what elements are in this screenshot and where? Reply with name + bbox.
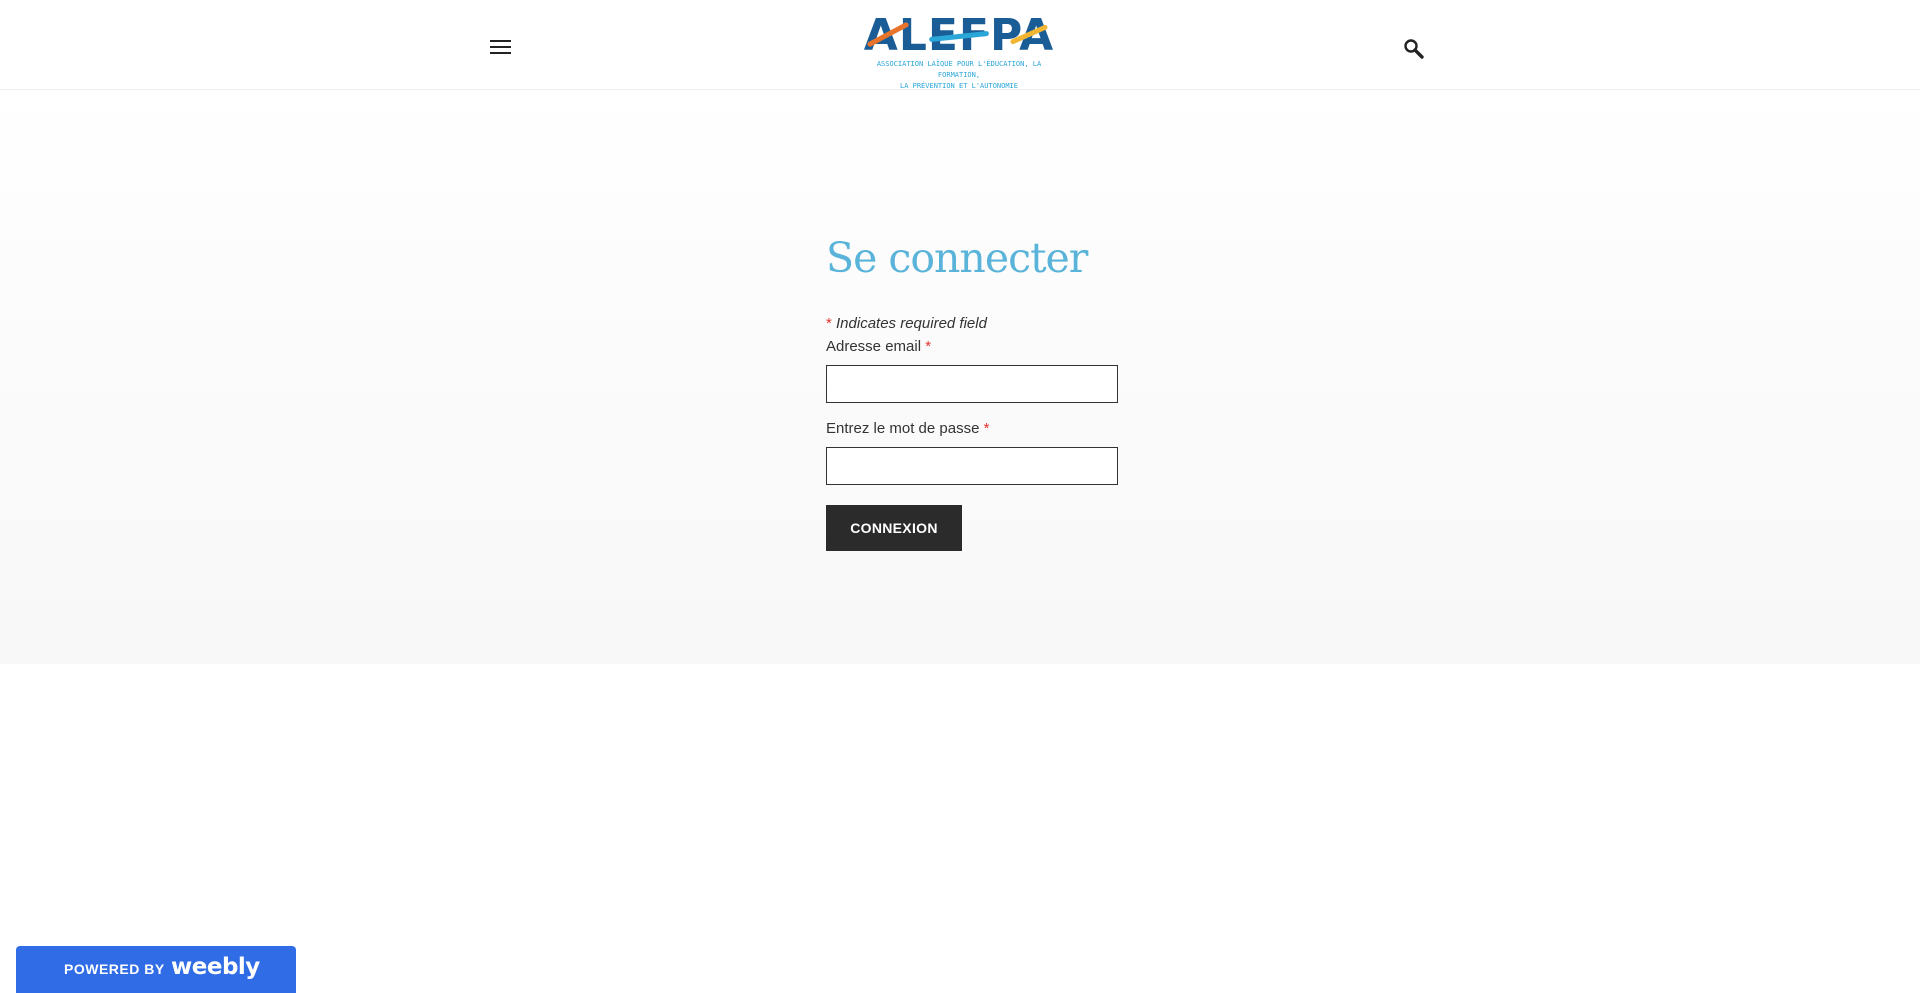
- hamburger-icon: [490, 40, 511, 42]
- required-star: *: [826, 315, 832, 332]
- password-field[interactable]: [826, 447, 1118, 485]
- search-icon: [1404, 39, 1424, 59]
- page-title: Se connecter: [826, 234, 1088, 282]
- hamburger-menu-button[interactable]: [490, 40, 514, 58]
- powered-by-weebly-badge[interactable]: POWERED BY weebly: [16, 946, 296, 993]
- logo-tagline: ASSOCIATION LAÏQUE POUR L'ÉDUCATION, LA …: [876, 60, 1042, 90]
- powered-by-label: POWERED BY: [64, 961, 165, 977]
- site-header: ALEFPA ASSOCIATION LAÏQUE POUR L'ÉDUCATI…: [0, 0, 1920, 90]
- email-label: Adresse email *: [826, 338, 932, 355]
- search-button[interactable]: [1403, 38, 1425, 60]
- email-field[interactable]: [826, 365, 1118, 403]
- site-logo[interactable]: ALEFPA ASSOCIATION LAÏQUE POUR L'ÉDUCATI…: [859, 14, 1059, 91]
- password-label: Entrez le mot de passe *: [826, 420, 990, 437]
- weebly-logo: weebly: [171, 954, 260, 980]
- login-button[interactable]: CONNEXION: [826, 505, 962, 551]
- required-field-note: * Indicates required field: [826, 315, 987, 332]
